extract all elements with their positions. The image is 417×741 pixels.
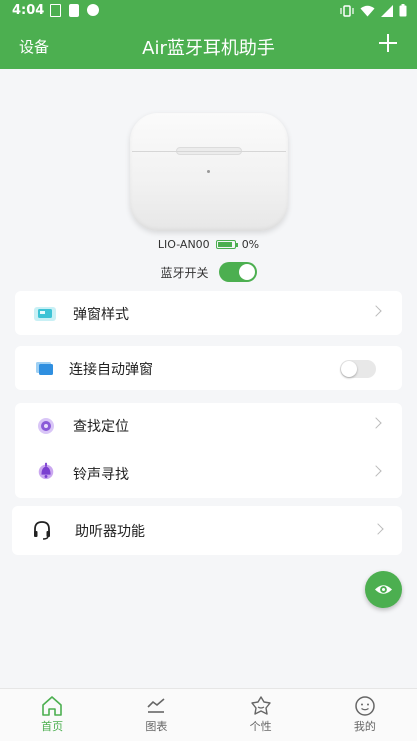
tab-home[interactable]: 首页 [0, 689, 104, 741]
auto-popup-icon [36, 362, 53, 375]
tab-chart[interactable]: 图表 [104, 689, 208, 741]
app-bar: 设备 Air蓝牙耳机助手 [0, 22, 417, 69]
vibrate-icon [340, 4, 354, 17]
notification-icons [50, 4, 99, 17]
bluetooth-label: 蓝牙开关 [160, 265, 209, 280]
preview-fab-button[interactable] [365, 571, 402, 608]
tab-chart-label: 图表 [145, 720, 168, 733]
earbuds-case-image [130, 108, 288, 233]
auto-popup-label: 连接自动弹窗 [69, 362, 153, 378]
location-icon [38, 418, 54, 434]
case-body [130, 113, 288, 231]
status-bar: 4:04 [0, 0, 417, 22]
ringtone-find-row[interactable]: 铃声寻找 [15, 451, 402, 495]
chevron-right-icon [370, 305, 382, 317]
chevron-right-icon [370, 417, 382, 429]
popup-style-label: 弹窗样式 [73, 307, 129, 323]
hearing-aid-card[interactable]: 助听器功能 [12, 506, 402, 555]
auto-popup-card: 连接自动弹窗 [15, 346, 402, 390]
tab-personalize-label: 个性 [249, 720, 272, 733]
find-card: 查找定位 铃声寻找 [15, 403, 402, 498]
tab-profile[interactable]: 我的 [313, 689, 417, 741]
headset-icon [34, 521, 50, 540]
bottom-tab-bar: 首页 图表 个性 我的 [0, 688, 417, 741]
chart-icon [147, 698, 165, 713]
battery-status-icon [399, 4, 407, 17]
popup-style-icon [34, 307, 56, 321]
bluetooth-toggle[interactable] [218, 262, 257, 282]
find-location-row[interactable]: 查找定位 [15, 403, 402, 447]
bell-icon [38, 462, 54, 480]
personalize-icon [250, 696, 271, 715]
chevron-right-icon [370, 465, 382, 477]
chevron-right-icon [372, 523, 384, 535]
tab-profile-label: 我的 [353, 720, 376, 733]
hearing-aid-label: 助听器功能 [75, 524, 145, 540]
notification-card-icon [69, 4, 79, 17]
home-icon [42, 696, 62, 716]
profile-icon [355, 696, 375, 716]
add-icon[interactable] [377, 32, 399, 54]
tab-home-label: 首页 [41, 720, 64, 733]
ringtone-find-label: 铃声寻找 [73, 467, 129, 483]
page-title: Air蓝牙耳机助手 [142, 38, 275, 59]
signal-icon [381, 4, 393, 17]
notification-dot-icon [87, 4, 99, 16]
tab-personalize[interactable]: 个性 [209, 689, 313, 741]
system-icons [340, 4, 407, 17]
eye-icon [375, 585, 392, 594]
auto-popup-toggle[interactable] [340, 360, 376, 378]
battery-icon [215, 240, 238, 249]
popup-style-card[interactable]: 弹窗样式 [15, 291, 402, 335]
wifi-icon [360, 5, 375, 16]
device-info: LIO-AN00 0% [0, 238, 417, 251]
status-time: 4:04 [12, 3, 45, 18]
notification-a-icon [50, 4, 61, 17]
bluetooth-row: 蓝牙开关 [0, 262, 417, 282]
device-name: LIO-AN00 [157, 238, 210, 251]
find-location-label: 查找定位 [73, 419, 129, 435]
battery-percent: 0% [241, 238, 260, 251]
